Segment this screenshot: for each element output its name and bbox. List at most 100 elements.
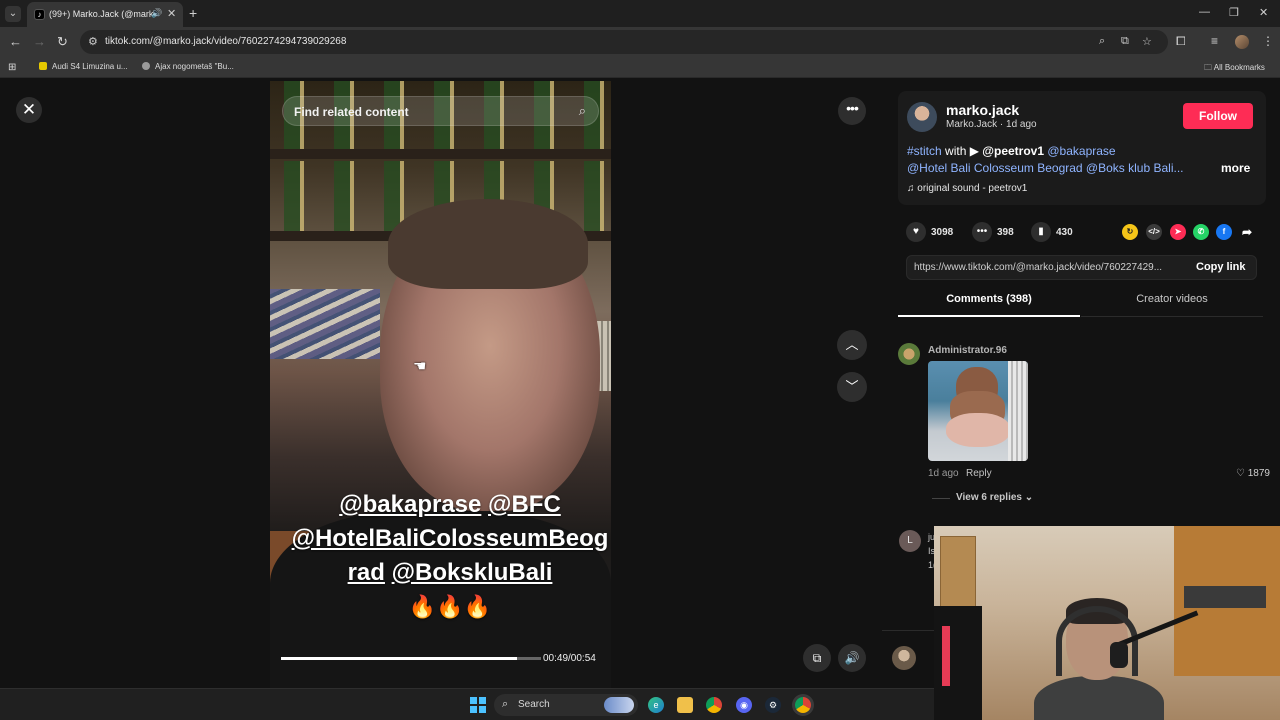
site-info-icon[interactable]: ⚙ [88, 35, 98, 48]
caption-mention[interactable]: @BokskluBali [392, 559, 553, 586]
chrome-active-icon[interactable] [795, 697, 811, 713]
divider [882, 630, 934, 631]
apps-grid-icon[interactable]: ⊞ [8, 62, 16, 73]
minimize-icon[interactable]: — [1199, 6, 1210, 18]
reply-button[interactable]: Reply [966, 468, 992, 479]
heart-outline-icon[interactable]: ♡ [1236, 468, 1248, 479]
volume-icon[interactable]: 🔊 [838, 644, 866, 672]
view-replies-label: View 6 replies [956, 492, 1022, 503]
save-stat[interactable]: ▮ 430 [1031, 222, 1073, 242]
like-stat[interactable]: ♥ 3098 [906, 222, 953, 242]
restore-icon[interactable]: ❐ [1229, 6, 1239, 19]
save-count: 430 [1056, 226, 1073, 238]
steam-icon[interactable]: ⚙ [765, 697, 781, 713]
pip-icon[interactable]: ⧉ [803, 644, 831, 672]
tab-search-button[interactable]: ⌄ [5, 6, 21, 22]
comment-icon[interactable]: ••• [972, 222, 992, 242]
commenter-avatar[interactable] [898, 343, 920, 365]
tab-comments[interactable]: Comments (398) [898, 293, 1080, 317]
tab-close-icon[interactable]: ✕ [167, 7, 176, 20]
send-icon[interactable]: ➤ [1170, 224, 1186, 240]
tab-creator-videos[interactable]: Creator videos [1081, 293, 1263, 317]
tab-title: (99+) Marko.Jack (@marko.j [49, 9, 154, 19]
caption-mention[interactable]: @HotelBaliColosseumBeog [292, 525, 609, 552]
webcam-streamer-body [1034, 676, 1164, 720]
bookmarks-bar: ⊞ Audi S4 Limuzina u... Ajax nogometaš "… [0, 57, 1280, 78]
forward-icon[interactable]: → [33, 34, 46, 49]
back-icon[interactable]: ← [9, 34, 22, 49]
address-url[interactable]: tiktok.com/@marko.jack/video/76022742947… [105, 36, 346, 47]
heart-icon[interactable]: ♥ [906, 222, 926, 242]
person-hair [388, 199, 588, 289]
image-curtain [1008, 361, 1028, 461]
caption-mention[interactable]: rad [348, 559, 385, 586]
more-options-button[interactable]: ••• [838, 97, 866, 125]
chrome-icon[interactable] [706, 697, 722, 713]
zoom-icon[interactable]: ⌕ [1099, 35, 1105, 48]
comment-like[interactable]: ♡ 1879 [1236, 468, 1270, 479]
extensions-icon[interactable]: ⧠ [1176, 34, 1186, 49]
tiktok-icon: ♪ [34, 9, 45, 20]
repost-icon[interactable]: ↻ [1122, 224, 1138, 240]
close-video-button[interactable]: ✕ [16, 97, 42, 123]
hashtag-link[interactable]: #stitch [907, 144, 942, 158]
bookmark-item-ajax[interactable]: Ajax nogometaš "Bu... [142, 62, 234, 71]
previous-video-button[interactable]: ︿ [837, 330, 867, 360]
webcam-overlay [934, 526, 1280, 720]
play-icon: ▶ [969, 144, 979, 158]
comment-time: 1d ago [928, 468, 959, 479]
window-close-icon[interactable]: ✕ [1259, 6, 1268, 19]
folder-icon: 🗀 [1204, 63, 1214, 72]
caption-mention[interactable]: @bakaprase [339, 491, 481, 518]
author-avatar[interactable] [907, 102, 937, 132]
edge-icon[interactable]: e [648, 697, 664, 713]
description-more-link[interactable]: more [1221, 161, 1250, 175]
bookmark-icon[interactable]: ▮ [1031, 222, 1051, 242]
new-tab-button[interactable]: + [189, 5, 197, 21]
view-replies-button[interactable]: View 6 replies ⌄ [956, 492, 1033, 503]
browser-menu-icon[interactable]: ⋮ [1262, 34, 1274, 48]
comment-stat[interactable]: ••• 398 [972, 222, 1014, 242]
caption-mention[interactable]: @BFC [488, 491, 561, 518]
copy-link-button[interactable]: Copy link [1196, 261, 1246, 273]
share-url[interactable]: https://www.tiktok.com/@marko.jack/video… [914, 262, 1184, 273]
music-link[interactable]: ♫ original sound - peetrov1 [907, 183, 1027, 194]
next-video-button[interactable]: ﹀ [837, 372, 867, 402]
commenter-avatar[interactable]: L [899, 530, 921, 552]
related-search-input[interactable]: Find related content ⌕ [282, 96, 599, 126]
reading-list-icon[interactable]: ≡ [1211, 34, 1218, 48]
commenter-name[interactable]: Administrator.96 [928, 345, 1007, 356]
image-pig [946, 413, 1010, 447]
follow-button[interactable]: Follow [1183, 103, 1253, 129]
music-label: original sound - peetrov1 [917, 183, 1028, 194]
reload-icon[interactable]: ↻ [57, 34, 68, 50]
mention-link[interactable]: @bakaprase [1047, 144, 1115, 158]
chevron-down-icon: ⌄ [1024, 492, 1034, 503]
hand-cursor-icon: ☚ [413, 358, 427, 375]
music-note-icon: ♫ [907, 183, 918, 194]
share-arrow-icon[interactable]: ➦ [1239, 224, 1255, 240]
video-description-line2[interactable]: @Hotel Bali Colosseum Beograd @Boks klub… [907, 161, 1184, 175]
whatsapp-icon[interactable]: ✆ [1193, 224, 1209, 240]
file-explorer-icon[interactable] [677, 697, 693, 713]
install-app-icon[interactable]: ⧉ [1121, 35, 1129, 48]
books-decoration [270, 289, 380, 359]
discord-icon[interactable]: ◉ [736, 697, 752, 713]
facebook-icon[interactable]: f [1216, 224, 1232, 240]
profile-avatar[interactable] [1235, 35, 1249, 49]
stitch-author-link[interactable]: @peetrov1 [982, 144, 1044, 158]
bookmark-item-audi[interactable]: Audi S4 Limuzina u... [39, 62, 128, 71]
windows-start-icon[interactable] [470, 697, 486, 713]
browser-tab-active[interactable]: ♪ (99+) Marko.Jack (@marko.j 🔊 ✕ [27, 2, 183, 27]
video-progress-bar[interactable] [281, 657, 541, 660]
taskbar-search[interactable]: ⌕ Search [494, 694, 638, 716]
address-bar[interactable]: ⚙ tiktok.com/@marko.jack/video/760227429… [80, 30, 1168, 54]
all-bookmarks[interactable]: 🗀 All Bookmarks [1204, 62, 1265, 76]
author-name[interactable]: marko.jack [946, 102, 1019, 118]
speaker-icon[interactable]: 🔊 [151, 8, 162, 19]
comment-image[interactable] [928, 361, 1028, 461]
browser-toolbar: ← → ↻ ⚙ tiktok.com/@marko.jack/video/760… [0, 27, 1280, 57]
bookmark-star-icon[interactable]: ☆ [1142, 35, 1152, 48]
search-icon[interactable]: ⌕ [579, 103, 586, 119]
embed-icon[interactable]: </> [1146, 224, 1162, 240]
